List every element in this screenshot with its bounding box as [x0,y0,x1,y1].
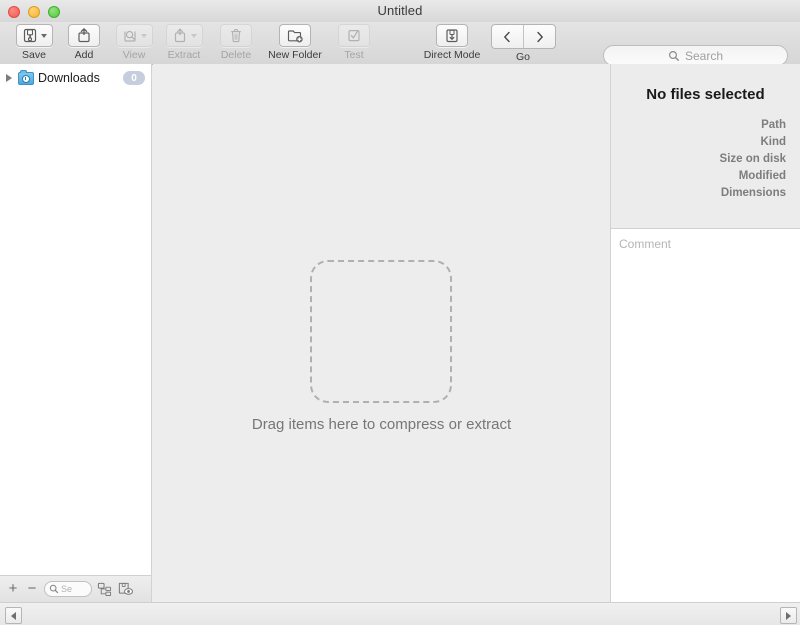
add-button[interactable] [68,24,100,47]
save-label: Save [22,49,46,61]
toolbar: Save Add View Extract Delete New Folder … [0,22,800,66]
archive-save-icon [23,28,36,43]
inspector-panel: No files selected Path Kind Size on disk… [610,64,800,602]
archive-utility-window: Untitled Save Add View Extract Delete Ne… [0,0,800,625]
delete-label: Delete [220,49,252,61]
scroll-left-arrow-icon [11,611,16,620]
search-icon [49,584,59,594]
direct-mode-icon [446,29,458,43]
test-button[interactable] [338,24,370,47]
horizontal-scrollbar[interactable] [0,602,800,625]
extract-icon [174,28,185,43]
dropzone-outline[interactable] [310,260,452,403]
inspector-field-size-on-disk: Size on disk [719,153,786,165]
save-button[interactable] [15,24,53,47]
inspector-field-path: Path [761,119,786,131]
inspector-field-modified: Modified [738,170,786,182]
toolbar-item-delete[interactable]: Delete [204,24,268,61]
trash-icon [231,29,241,43]
new-folder-icon [287,30,303,43]
sidebar-search-placeholder: Se [61,584,73,594]
new-folder-label: New Folder [268,49,322,61]
comment-placeholder: Comment [619,237,672,251]
dropzone-hint: Drag items here to compress or extract [251,416,512,433]
disclosure-triangle-icon[interactable] [4,74,14,82]
sidebar-search-input[interactable]: Se [44,581,92,597]
add-label: Add [74,49,94,61]
downloads-folder-icon [18,69,34,85]
sidebar-item-badge: 0 [123,71,145,85]
remove-source-button[interactable]: − [25,581,39,596]
sidebar: Downloads 0 [0,64,152,575]
direct-mode-button[interactable] [436,24,468,47]
back-button[interactable] [492,25,523,48]
chevron-left-icon [503,31,510,42]
inspector-field-kind: Kind [760,136,786,148]
extract-menu-chevron-icon[interactable] [190,33,197,38]
direct-mode-label: Direct Mode [423,49,481,61]
save-menu-chevron-icon[interactable] [40,33,47,38]
comment-field[interactable]: Comment [611,228,800,602]
forward-button[interactable] [522,25,555,48]
scroll-right-button[interactable] [780,607,797,624]
test-checkbox-icon [348,29,360,42]
drop-area[interactable]: Drag items here to compress or extract [153,64,610,602]
navigation-segmented-control[interactable] [490,24,556,49]
archive-preview-icon[interactable] [117,581,134,597]
toolbar-item-new-folder[interactable]: New Folder [262,24,328,61]
chevron-right-icon [536,31,543,42]
search-icon [668,50,679,61]
extract-button[interactable] [165,24,203,47]
window-title: Untitled [377,3,423,18]
hierarchy-view-icon[interactable] [97,582,112,597]
toolbar-item-direct-mode[interactable]: Direct Mode [418,24,486,61]
view-label: View [122,49,146,61]
add-source-button[interactable]: + [6,581,20,596]
sidebar-bottom-bar: + − Se [0,575,152,602]
view-menu-chevron-icon[interactable] [140,33,147,38]
view-magnifier-icon [123,30,136,42]
extract-label: Extract [167,49,201,61]
search-field[interactable]: Search [603,45,788,66]
inspector-title: No files selected [646,86,765,103]
scroll-left-button[interactable] [5,607,22,624]
toolbar-item-go[interactable]: Go [490,24,556,63]
scroll-right-arrow-icon [786,611,791,620]
delete-button[interactable] [220,24,252,47]
new-folder-button[interactable] [279,24,311,47]
go-label: Go [515,51,530,63]
toolbar-item-test[interactable]: Test [322,24,386,61]
view-button[interactable] [115,24,153,47]
title-bar: Untitled [0,0,800,23]
sidebar-item-downloads[interactable]: Downloads 0 [0,68,151,88]
search-placeholder: Search [684,48,724,63]
test-label: Test [344,49,364,61]
inspector-fields: Path Kind Size on disk Modified Dimensio… [611,117,800,202]
sidebar-item-label: Downloads [38,71,100,85]
inspector-field-dimensions: Dimensions [720,187,786,199]
add-to-archive-icon [78,28,90,43]
